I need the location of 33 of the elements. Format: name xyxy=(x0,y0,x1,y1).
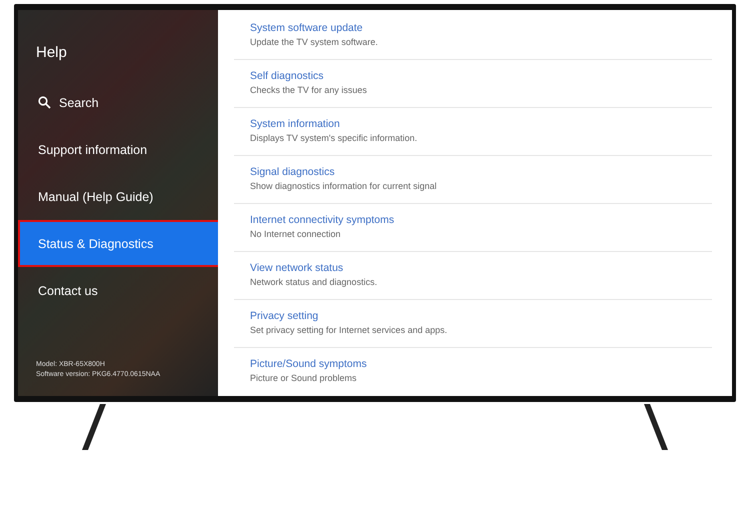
sidebar-item[interactable]: Contact us xyxy=(18,267,220,314)
menu-item[interactable]: Privacy setting Set privacy setting for Internet services and apps. xyxy=(234,300,712,348)
menu-item-title: Signal diagnostics xyxy=(250,166,336,178)
menu-item[interactable]: Signal diagnostics Show diagnostics information for current signal xyxy=(234,156,712,204)
menu-item[interactable]: Picture/Sound symptoms Picture or Sound problems xyxy=(234,348,712,383)
menu-item[interactable]: System information Displays TV system's specific information. xyxy=(234,108,712,156)
tv-leg-icon xyxy=(80,404,108,452)
menu-item-description: Network status and diagnostics. xyxy=(250,277,378,287)
sidebar-item[interactable]: Manual (Help Guide) xyxy=(18,173,220,220)
menu-item-title: View network status xyxy=(250,262,344,274)
menu-item[interactable]: Self diagnostics Checks the TV for any issues xyxy=(234,60,712,108)
menu-item-description: No Internet connection xyxy=(250,229,342,239)
menu-item-title: Self diagnostics xyxy=(250,70,325,82)
menu-item-description: Checks the TV for any issues xyxy=(250,85,368,95)
menu-item-description: Picture or Sound problems xyxy=(250,373,358,383)
sidebar-item[interactable]: Search xyxy=(18,79,220,126)
tv-leg-icon xyxy=(642,404,670,452)
menu-item-title: System information xyxy=(250,118,341,130)
menu-item-description: Set privacy setting for Internet services and apps. xyxy=(250,325,448,335)
menu-item[interactable]: System software update Update the TV system software. xyxy=(234,12,712,60)
menu-item-title: Privacy setting xyxy=(250,310,320,322)
menu-item-description: Displays TV system's specific information. xyxy=(250,133,418,143)
menu-item-title: System software update xyxy=(250,22,364,34)
sidebar-item[interactable]: Status & Diagnostics xyxy=(18,220,220,267)
menu-item-description: Show diagnostics information for current signal xyxy=(250,181,438,191)
search-icon xyxy=(38,96,51,109)
menu-item-description: Update the TV system software. xyxy=(250,37,379,47)
menu-item-title: Internet connectivity symptoms xyxy=(250,214,396,226)
menu-item-title: Picture/Sound symptoms xyxy=(250,358,368,370)
sidebar-item[interactable]: Support information xyxy=(18,126,220,173)
sidebar-title: Help xyxy=(35,44,68,61)
menu-item[interactable]: Internet connectivity symptoms No Internet connection xyxy=(234,204,712,252)
menu-item[interactable]: View network status Network status and diagnostics. xyxy=(234,252,712,300)
